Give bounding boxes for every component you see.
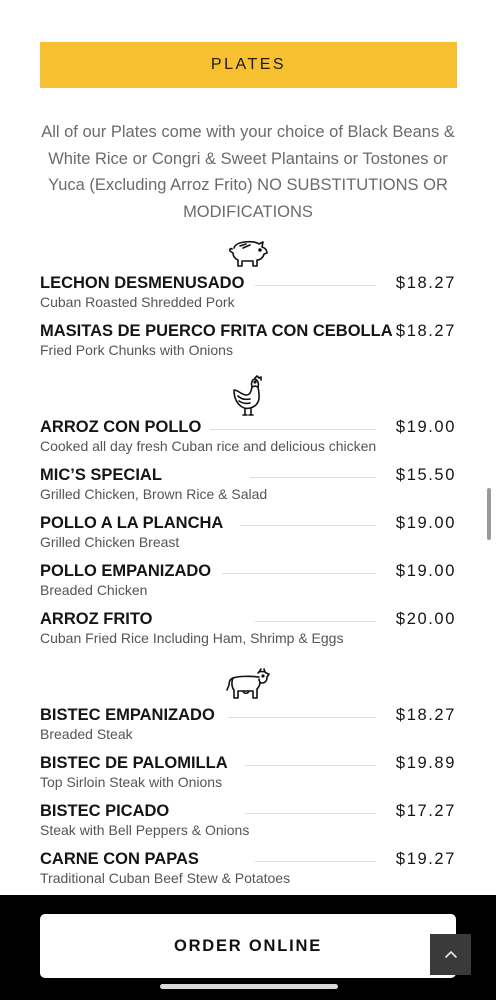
item-name: BISTEC DE PALOMILLA	[40, 754, 228, 772]
scroll-to-top-button[interactable]	[430, 934, 471, 975]
leader-line	[210, 429, 376, 430]
item-price: $19.27	[395, 850, 456, 868]
menu-item[interactable]: BISTEC PICADO $17.27 Steak with Bell Pep…	[40, 801, 456, 845]
item-name: MASITAS DE PUERCO FRITA CON CEBOLLA	[40, 322, 393, 340]
item-name: ARROZ FRITO	[40, 610, 153, 628]
leader-line	[245, 765, 376, 766]
menu-item[interactable]: CARNE CON PAPAS $19.27 Traditional Cuban…	[40, 849, 456, 893]
menu-item[interactable]: ARROZ FRITO $20.00 Cuban Fried Rice Incl…	[40, 609, 456, 653]
plates-intro-text: All of our Plates come with your choice …	[41, 123, 455, 221]
menu-item[interactable]: BISTEC DE PALOMILLA $19.89 Top Sirloin S…	[40, 753, 456, 797]
item-price: $15.50	[395, 466, 456, 484]
leader-line	[255, 861, 376, 862]
leader-line	[255, 285, 376, 286]
item-price: $18.27	[395, 274, 456, 292]
item-description: Breaded Steak	[40, 726, 133, 742]
section-title: PLATES	[210, 56, 287, 73]
item-price: $19.00	[395, 514, 456, 532]
item-name: LECHON DESMENUSADO	[40, 274, 245, 292]
section-banner: PLATES	[40, 42, 457, 88]
leader-line	[245, 813, 376, 814]
item-name: POLLO A LA PLANCHA	[40, 514, 224, 532]
item-price: $18.27	[395, 706, 456, 724]
leader-line	[250, 477, 376, 478]
item-description: Top Sirloin Steak with Onions	[40, 774, 223, 790]
item-price: $17.27	[395, 802, 456, 820]
item-description: Cooked all day fresh Cuban rice and deli…	[40, 438, 377, 454]
menu-item[interactable]: POLLO A LA PLANCHA $19.00 Grilled Chicke…	[40, 513, 456, 557]
order-online-button[interactable]: ORDER ONLINE	[40, 914, 456, 978]
item-name: POLLO EMPANIZADO	[40, 562, 212, 580]
cow-icon	[0, 667, 496, 701]
leader-line	[222, 573, 376, 574]
item-description: Grilled Chicken Breast	[40, 534, 180, 550]
pig-icon	[0, 236, 496, 268]
item-description: Cuban Fried Rice Including Ham, Shrimp &…	[40, 630, 344, 646]
item-description: Cuban Roasted Shredded Pork	[40, 294, 235, 310]
menu-item[interactable]: MASITAS DE PUERCO FRITA CON CEBOLLA $18.…	[40, 321, 456, 365]
leader-line	[255, 621, 376, 622]
menu-item[interactable]: ARROZ CON POLLO $19.00 Cooked all day fr…	[40, 417, 456, 461]
item-price: $19.89	[395, 754, 456, 772]
leader-line	[228, 717, 376, 718]
chevron-up-icon	[444, 950, 457, 958]
scrollbar-thumb[interactable]	[487, 488, 491, 540]
home-indicator	[160, 984, 338, 989]
menu-item[interactable]: BISTEC EMPANIZADO $18.27 Breaded Steak	[40, 705, 456, 749]
item-description: Fried Pork Chunks with Onions	[40, 342, 233, 358]
leader-line	[240, 525, 376, 526]
item-description: Traditional Cuban Beef Stew & Potatoes	[40, 870, 291, 886]
menu-item[interactable]: LECHON DESMENUSADO $18.27 Cuban Roasted …	[40, 273, 456, 317]
item-price: $18.27	[395, 322, 456, 340]
order-online-label: ORDER ONLINE	[173, 936, 323, 955]
item-price: $19.00	[395, 562, 456, 580]
menu-item[interactable]: MIC’S SPECIAL $15.50 Grilled Chicken, Br…	[40, 465, 456, 509]
item-price: $20.00	[395, 610, 456, 628]
menu-item[interactable]: POLLO EMPANIZADO $19.00 Breaded Chicken	[40, 561, 456, 605]
item-price: $19.00	[395, 418, 456, 436]
item-name: BISTEC EMPANIZADO	[40, 706, 215, 724]
item-description: Breaded Chicken	[40, 582, 148, 598]
item-name: ARROZ CON POLLO	[40, 418, 202, 436]
chicken-icon	[0, 374, 496, 418]
item-name: BISTEC PICADO	[40, 802, 170, 820]
item-name: CARNE CON PAPAS	[40, 850, 199, 868]
item-description: Grilled Chicken, Brown Rice & Salad	[40, 486, 268, 502]
item-description: Steak with Bell Peppers & Onions	[40, 822, 250, 838]
item-name: MIC’S SPECIAL	[40, 466, 162, 484]
